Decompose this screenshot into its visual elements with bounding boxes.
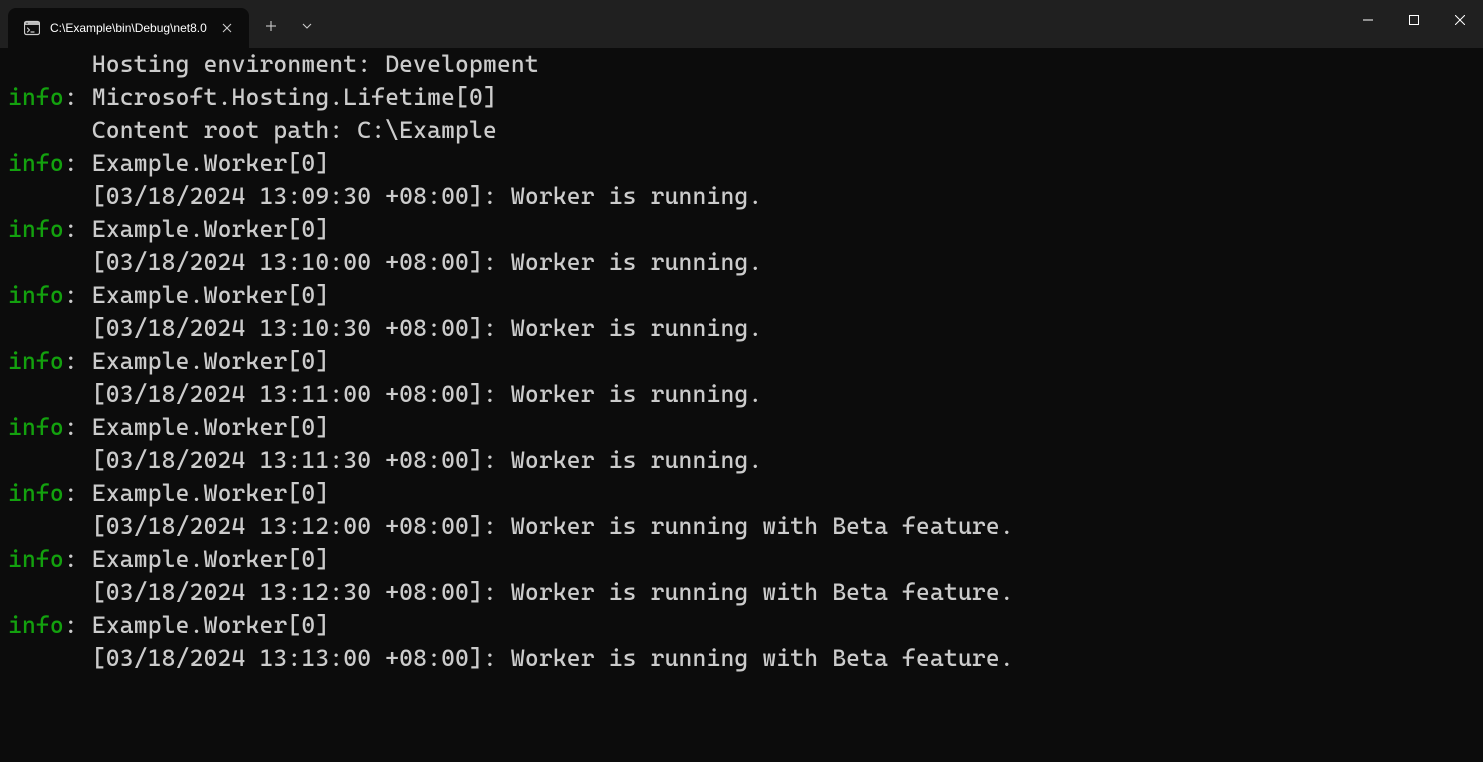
log-source: Example.Worker[0] (92, 477, 329, 510)
log-separator: : (64, 147, 92, 180)
log-line: info: Example.Worker[0] (8, 279, 1475, 312)
log-indent (8, 246, 92, 279)
log-message: [03/18/2024 13:11:00 +08:00]: Worker is … (92, 378, 763, 411)
log-source: Example.Worker[0] (92, 345, 329, 378)
log-level: info (8, 81, 64, 114)
log-indent (8, 114, 92, 147)
log-message: [03/18/2024 13:11:30 +08:00]: Worker is … (92, 444, 763, 477)
log-separator: : (64, 81, 92, 114)
log-line: [03/18/2024 13:12:30 +08:00]: Worker is … (8, 576, 1475, 609)
log-source: Example.Worker[0] (92, 609, 329, 642)
log-level: info (8, 609, 64, 642)
log-separator: : (64, 477, 92, 510)
log-message: [03/18/2024 13:10:00 +08:00]: Worker is … (92, 246, 763, 279)
log-message: Content root path: C:\Example (92, 114, 497, 147)
log-source: Example.Worker[0] (92, 411, 329, 444)
log-line: [03/18/2024 13:11:00 +08:00]: Worker is … (8, 378, 1475, 411)
minimize-button[interactable] (1345, 0, 1391, 40)
log-level: info (8, 213, 64, 246)
log-separator: : (64, 543, 92, 576)
log-source: Example.Worker[0] (92, 213, 329, 246)
log-indent (8, 510, 92, 543)
log-line: [03/18/2024 13:11:30 +08:00]: Worker is … (8, 444, 1475, 477)
log-line: info: Example.Worker[0] (8, 609, 1475, 642)
log-indent (8, 642, 92, 675)
log-line: [03/18/2024 13:10:00 +08:00]: Worker is … (8, 246, 1475, 279)
log-line: info: Example.Worker[0] (8, 147, 1475, 180)
log-source: Example.Worker[0] (92, 279, 329, 312)
log-level: info (8, 147, 64, 180)
log-line: Content root path: C:\Example (8, 114, 1475, 147)
maximize-button[interactable] (1391, 0, 1437, 40)
plus-icon (265, 20, 277, 32)
log-indent (8, 378, 92, 411)
log-source: Example.Worker[0] (92, 147, 329, 180)
log-separator: : (64, 213, 92, 246)
log-line: [03/18/2024 13:10:30 +08:00]: Worker is … (8, 312, 1475, 345)
log-level: info (8, 543, 64, 576)
titlebar-left: C:\Example\bin\Debug\net8.0 (0, 0, 325, 48)
log-level: info (8, 477, 64, 510)
log-line: [03/18/2024 13:09:30 +08:00]: Worker is … (8, 180, 1475, 213)
log-indent (8, 444, 92, 477)
log-message: [03/18/2024 13:12:30 +08:00]: Worker is … (92, 576, 1014, 609)
log-separator: : (64, 411, 92, 444)
log-line: info: Example.Worker[0] (8, 477, 1475, 510)
minimize-icon (1363, 15, 1373, 25)
window-controls (1345, 0, 1483, 40)
terminal-tab[interactable]: C:\Example\bin\Debug\net8.0 (8, 8, 249, 48)
log-line: info: Example.Worker[0] (8, 543, 1475, 576)
log-level: info (8, 411, 64, 444)
tab-dropdown-button[interactable] (289, 10, 325, 42)
tab-title: C:\Example\bin\Debug\net8.0 (50, 21, 207, 35)
log-indent (8, 312, 92, 345)
terminal-output[interactable]: Hosting environment: Developmentinfo: Mi… (0, 48, 1483, 675)
log-line: [03/18/2024 13:12:00 +08:00]: Worker is … (8, 510, 1475, 543)
log-message: [03/18/2024 13:12:00 +08:00]: Worker is … (92, 510, 1014, 543)
log-line: info: Example.Worker[0] (8, 345, 1475, 378)
log-indent (8, 180, 92, 213)
terminal-icon (24, 20, 40, 36)
log-indent (8, 576, 92, 609)
log-line: Hosting environment: Development (8, 48, 1475, 81)
close-icon (1455, 15, 1465, 25)
log-level: info (8, 345, 64, 378)
log-message: [03/18/2024 13:10:30 +08:00]: Worker is … (92, 312, 763, 345)
tab-close-button[interactable] (217, 18, 237, 38)
log-separator: : (64, 345, 92, 378)
log-line: [03/18/2024 13:13:00 +08:00]: Worker is … (8, 642, 1475, 675)
new-tab-button[interactable] (253, 10, 289, 42)
log-message: Hosting environment: Development (92, 48, 539, 81)
titlebar: C:\Example\bin\Debug\net8.0 (0, 0, 1483, 48)
window-close-button[interactable] (1437, 0, 1483, 40)
log-message: [03/18/2024 13:09:30 +08:00]: Worker is … (92, 180, 763, 213)
log-separator: : (64, 279, 92, 312)
log-message: [03/18/2024 13:13:00 +08:00]: Worker is … (92, 642, 1014, 675)
log-source: Example.Worker[0] (92, 543, 329, 576)
log-line: info: Microsoft.Hosting.Lifetime[0] (8, 81, 1475, 114)
maximize-icon (1409, 15, 1419, 25)
log-line: info: Example.Worker[0] (8, 213, 1475, 246)
chevron-down-icon (302, 21, 312, 31)
log-level: info (8, 279, 64, 312)
log-source: Microsoft.Hosting.Lifetime[0] (92, 81, 497, 114)
log-separator: : (64, 609, 92, 642)
log-indent (8, 48, 92, 81)
log-line: info: Example.Worker[0] (8, 411, 1475, 444)
